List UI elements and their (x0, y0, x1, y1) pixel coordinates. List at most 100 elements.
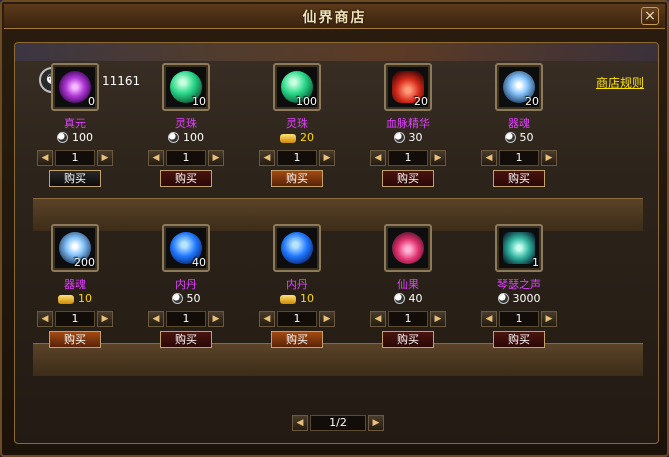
decrease-button[interactable]: ◀ (481, 311, 497, 327)
item-price: 50 (469, 131, 569, 145)
yin-yang-coin-icon (168, 132, 179, 143)
item-quantity: 1 (532, 256, 539, 269)
item-quantity: 10 (192, 95, 206, 108)
pager: ◀ 1/2 ▶ (292, 415, 384, 431)
item-price: 20 (247, 131, 347, 145)
next-page-button[interactable]: ▶ (368, 415, 384, 431)
quantity-input[interactable]: 1 (166, 150, 206, 166)
increase-button[interactable]: ▶ (430, 150, 446, 166)
increase-button[interactable]: ▶ (208, 311, 224, 327)
quantity-stepper: ◀ 1 ▶ (37, 150, 113, 166)
increase-button[interactable]: ▶ (97, 150, 113, 166)
item-icon (503, 232, 535, 264)
item-quantity: 200 (74, 256, 95, 269)
gold-ingot-icon (58, 295, 74, 304)
decrease-button[interactable]: ◀ (37, 311, 53, 327)
quantity-stepper: ◀ 1 ▶ (148, 150, 224, 166)
decrease-button[interactable]: ◀ (370, 150, 386, 166)
increase-button[interactable]: ▶ (541, 311, 557, 327)
decrease-button[interactable]: ◀ (370, 311, 386, 327)
quantity-input[interactable]: 1 (499, 150, 539, 166)
item-price-value: 10 (78, 292, 92, 305)
buy-button[interactable]: 购买 (493, 331, 545, 348)
yin-yang-coin-icon (57, 132, 68, 143)
item-slot[interactable] (273, 224, 321, 272)
shop-window: 仙界商店 × ☯ 道缘 11161 商店规则 0真元100◀1▶购买10灵珠10… (0, 0, 669, 457)
buy-button[interactable]: 购买 (49, 170, 101, 187)
increase-button[interactable]: ▶ (319, 150, 335, 166)
quantity-input[interactable]: 1 (55, 311, 95, 327)
quantity-input[interactable]: 1 (499, 311, 539, 327)
yin-yang-coin-icon (497, 293, 509, 304)
item-price: 30 (358, 131, 458, 145)
item-price: 10 (25, 292, 125, 306)
quantity-input[interactable]: 1 (388, 150, 428, 166)
buy-button[interactable]: 购买 (160, 170, 212, 187)
item-slot[interactable]: 20 (384, 63, 432, 111)
window-title: 仙界商店 (302, 10, 367, 26)
increase-button[interactable]: ▶ (97, 311, 113, 327)
yin-yang-coin-icon (171, 293, 183, 304)
shop-item: 1 琴瑟之声 3000 ◀ 1 ▶ 购买 (469, 224, 569, 348)
item-name: 仙果 (397, 278, 419, 291)
gold-ingot-icon (280, 295, 296, 304)
item-price-value: 40 (408, 292, 423, 305)
item-quantity: 0 (88, 95, 95, 108)
quantity-stepper: ◀ 1 ▶ (370, 311, 446, 327)
quantity-input[interactable]: 1 (388, 311, 428, 327)
decrease-button[interactable]: ◀ (481, 150, 497, 166)
item-slot[interactable]: 200 (51, 224, 99, 272)
item-slot[interactable]: 10 (162, 63, 210, 111)
item-slot[interactable]: 1 (495, 224, 543, 272)
item-price-value: 50 (519, 131, 534, 144)
item-quantity: 20 (525, 95, 539, 108)
quantity-input[interactable]: 1 (55, 150, 95, 166)
item-slot[interactable] (384, 224, 432, 272)
decrease-button[interactable]: ◀ (37, 150, 53, 166)
buy-button[interactable]: 购买 (382, 331, 434, 348)
title-bar[interactable]: 仙界商店 × (4, 4, 665, 29)
quantity-input[interactable]: 1 (166, 311, 206, 327)
quantity-stepper: ◀ 1 ▶ (481, 150, 557, 166)
quantity-stepper: ◀ 1 ▶ (259, 311, 335, 327)
buy-button[interactable]: 购买 (271, 331, 323, 348)
buy-button[interactable]: 购买 (160, 331, 212, 348)
shop-item: 仙果 40 ◀ 1 ▶ 购买 (358, 224, 458, 348)
prev-page-button[interactable]: ◀ (292, 415, 308, 431)
item-price-value: 3000 (512, 292, 541, 305)
item-slot[interactable]: 20 (495, 63, 543, 111)
shop-item: 10 灵珠 100 ◀ 1 ▶ 购买 (136, 63, 236, 187)
item-price-value: 10 (300, 292, 314, 305)
decrease-button[interactable]: ◀ (148, 150, 164, 166)
shop-item: 40 内丹 50 ◀ 1 ▶ 购买 (136, 224, 236, 348)
item-slot[interactable]: 0 (51, 63, 99, 111)
buy-button[interactable]: 购买 (271, 170, 323, 187)
shop-rules-link[interactable]: 商店规则 (596, 74, 644, 91)
quantity-input[interactable]: 1 (277, 311, 317, 327)
item-price: 100 (25, 131, 125, 145)
buy-button[interactable]: 购买 (49, 331, 101, 348)
increase-button[interactable]: ▶ (430, 311, 446, 327)
item-slot[interactable]: 40 (162, 224, 210, 272)
shop-item: 200 器魂 10 ◀ 1 ▶ 购买 (25, 224, 125, 348)
shop-item: 20 血脉精华 30 ◀ 1 ▶ 购买 (358, 63, 458, 187)
increase-button[interactable]: ▶ (541, 150, 557, 166)
item-name: 真元 (64, 117, 86, 130)
increase-button[interactable]: ▶ (319, 311, 335, 327)
decrease-button[interactable]: ◀ (259, 150, 275, 166)
quantity-stepper: ◀ 1 ▶ (481, 311, 557, 327)
quantity-input[interactable]: 1 (277, 150, 317, 166)
buy-button[interactable]: 购买 (493, 170, 545, 187)
increase-button[interactable]: ▶ (208, 150, 224, 166)
item-name: 器魂 (64, 278, 86, 291)
item-slot[interactable]: 100 (273, 63, 321, 111)
item-price: 50 (136, 292, 236, 306)
item-quantity: 40 (192, 256, 206, 269)
close-icon[interactable]: × (641, 7, 659, 25)
decrease-button[interactable]: ◀ (259, 311, 275, 327)
item-icon (59, 71, 91, 103)
decrease-button[interactable]: ◀ (148, 311, 164, 327)
item-name: 内丹 (286, 278, 308, 291)
buy-button[interactable]: 购买 (382, 170, 434, 187)
item-price: 100 (136, 131, 236, 145)
